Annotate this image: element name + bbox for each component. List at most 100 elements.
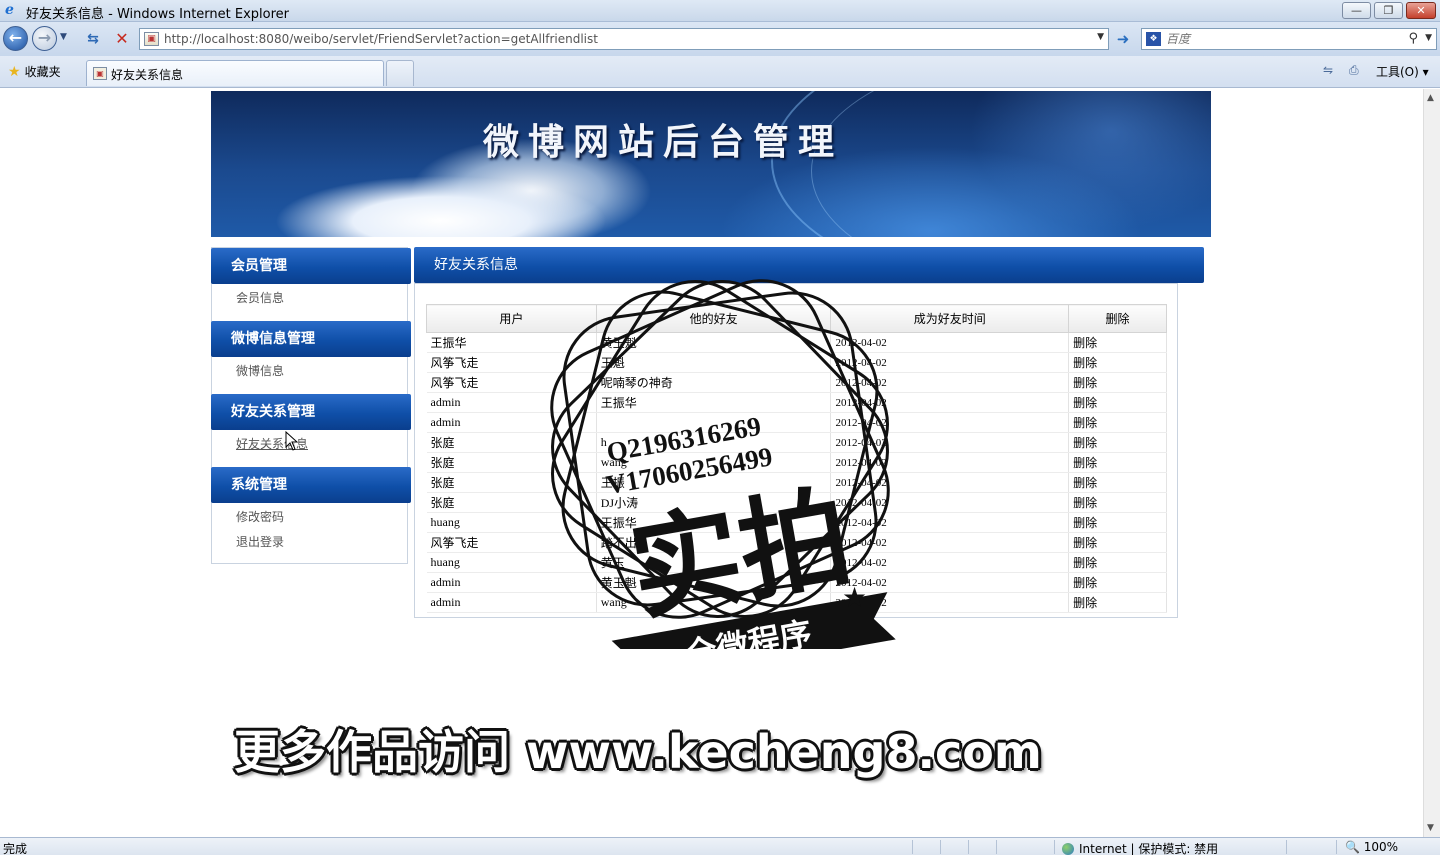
sidebar-link-member-info[interactable]: 会员信息 <box>236 289 284 306</box>
mouse-cursor-icon <box>285 431 299 451</box>
delete-link[interactable]: 删除 <box>1068 352 1167 373</box>
sidebar-section-system[interactable]: 系统管理 <box>211 467 411 503</box>
scroll-up-icon[interactable]: ▲ <box>1427 93 1434 103</box>
search-box[interactable]: ❖ ⚲ ▼ <box>1141 28 1437 50</box>
cell-user: 风筝飞走 <box>426 352 597 373</box>
cell-friend: 王振华 <box>596 392 832 413</box>
cell-friend: 踏不出 <box>596 532 832 553</box>
cell-date: 2012-04-02 <box>830 392 1070 413</box>
cell-user: 张庭 <box>426 432 597 453</box>
vertical-scrollbar[interactable]: ▲ ▼ <box>1423 89 1440 837</box>
admin-sidebar: 会员管理 会员信息 微博信息管理 微博信息 好友关系管理 好友关系信息 系统管理… <box>211 247 411 564</box>
search-input[interactable] <box>1166 31 1396 47</box>
delete-link[interactable]: 删除 <box>1068 432 1167 453</box>
search-dropdown-icon[interactable]: ▼ <box>1425 33 1432 43</box>
cell-friend: 黄玉 <box>596 552 832 573</box>
refresh-icon[interactable]: ⇆ <box>82 28 104 50</box>
sidebar-link-weibo-info[interactable]: 微博信息 <box>236 362 284 379</box>
security-zone[interactable]: Internet | 保护模式: 禁用 <box>1062 840 1218 855</box>
friend-table-body: 王振华 黄玉魁 2012-04-02 删除 风筝飞走 王魁 2012-04-02 删除 风筝飞走… <box>426 332 1167 613</box>
cell-user: 风筝飞走 <box>426 372 597 393</box>
cell-date: 2012-04-02 <box>830 452 1070 473</box>
table-header-row: 用户 他的好友 成为好友时间 删除 <box>426 304 1167 333</box>
friend-table: 用户 他的好友 成为好友时间 删除 王振华 黄玉魁 2012-04-02 删除 风筝飞走… <box>426 304 1167 613</box>
cell-friend: 呢喃琴の神奇 <box>596 372 832 393</box>
tab-label: 好友关系信息 <box>111 68 184 82</box>
cell-friend: DJ小涛 <box>596 492 832 513</box>
cell-user: huang <box>426 552 597 573</box>
security-zone-label: Internet | 保护模式: 禁用 <box>1079 842 1219 855</box>
sidebar-section-weibo[interactable]: 微博信息管理 <box>211 321 411 357</box>
favorites-label: 收藏夹 <box>24 65 61 79</box>
delete-link[interactable]: 删除 <box>1068 512 1167 533</box>
scroll-down-icon[interactable]: ▼ <box>1427 823 1434 833</box>
table-row: 风筝飞走 王魁 2012-04-02 删除 <box>426 352 1167 373</box>
minimize-button[interactable]: — <box>1342 2 1371 19</box>
restore-button[interactable]: ❐ <box>1374 2 1403 19</box>
favorites-button[interactable]: ★ 收藏夹 <box>8 63 61 80</box>
page-icon: ▣ <box>144 32 159 46</box>
history-dropdown-icon[interactable]: ▼ <box>60 32 67 42</box>
column-header-friend: 他的好友 <box>595 304 832 333</box>
cell-user: 张庭 <box>426 492 597 513</box>
cell-date: 2012-04-02 <box>830 432 1070 453</box>
table-row: 张庭 DJ小涛 2012-04-02 删除 <box>426 492 1167 513</box>
table-row: 张庭 wang 2012-04-02 删除 <box>426 452 1167 473</box>
content-panel: 用户 他的好友 成为好友时间 删除 王振华 黄玉魁 2012-04-02 删除 风筝飞走… <box>414 283 1178 618</box>
cell-date: 2012-04-02 <box>830 372 1070 393</box>
tools-menu[interactable]: 工具(O) ▾ <box>1376 63 1429 80</box>
delete-link[interactable]: 删除 <box>1068 392 1167 413</box>
table-row: admin 王振华 2012-04-02 删除 <box>426 392 1167 413</box>
cell-user: admin <box>426 392 597 413</box>
zoom-level[interactable]: 🔍 100% <box>1345 840 1398 854</box>
back-button[interactable]: ← <box>3 26 28 51</box>
content-title: 好友关系信息 <box>414 247 1204 283</box>
delete-link[interactable]: 删除 <box>1068 412 1167 433</box>
table-row: 风筝飞走 呢喃琴の神奇 2012-04-02 删除 <box>426 372 1167 393</box>
sidebar-section-member[interactable]: 会员管理 <box>211 248 411 284</box>
address-url[interactable]: http://localhost:8080/weibo/servlet/Frie… <box>164 32 598 46</box>
window-titlebar: e 好友关系信息 - Windows Internet Explorer — ❐… <box>0 0 1440 22</box>
address-bar[interactable]: ▣ http://localhost:8080/weibo/servlet/Fr… <box>139 28 1109 50</box>
page-viewport: 微博网站后台管理 会员管理 会员信息 微博信息管理 微博信息 好友关系管理 好友… <box>0 89 1423 837</box>
window-title: 好友关系信息 - Windows Internet Explorer <box>26 7 289 22</box>
delete-link[interactable]: 删除 <box>1068 472 1167 493</box>
cell-user: 风筝飞走 <box>426 532 597 553</box>
cell-friend: wang <box>596 452 832 473</box>
promo-watermark: 更多作品访问 www.kecheng8.com <box>234 725 1042 779</box>
new-tab-button[interactable] <box>386 60 414 86</box>
cell-user: 王振华 <box>426 332 597 353</box>
delete-link[interactable]: 删除 <box>1068 572 1167 593</box>
search-icon[interactable]: ⚲ <box>1408 31 1418 46</box>
delete-link[interactable]: 删除 <box>1068 332 1167 353</box>
banner-title: 微博网站后台管理 <box>483 121 844 163</box>
sidebar-section-friend[interactable]: 好友关系管理 <box>211 394 411 430</box>
go-arrow-icon[interactable]: ➜ <box>1111 28 1135 50</box>
cell-friend: 黄玉魁 <box>596 332 832 353</box>
delete-link[interactable]: 删除 <box>1068 552 1167 573</box>
forward-button[interactable]: → <box>32 26 57 51</box>
cell-friend: 王振 <box>596 472 832 493</box>
globe-icon <box>1062 843 1074 855</box>
page-menu-icon[interactable]: ⎙ <box>1349 63 1359 78</box>
cell-date: 2012-04-02 <box>830 592 1070 613</box>
delete-link[interactable]: 删除 <box>1068 592 1167 613</box>
feeds-icon[interactable]: ⇋ <box>1323 63 1333 77</box>
stop-icon[interactable]: ✕ <box>111 28 133 50</box>
sidebar-link-logout[interactable]: 退出登录 <box>236 533 284 550</box>
delete-link[interactable]: 删除 <box>1068 492 1167 513</box>
site-banner: 微博网站后台管理 <box>211 91 1211 237</box>
table-row: admin wang 2012-04-02 删除 <box>426 592 1167 613</box>
address-dropdown-icon[interactable]: ▼ <box>1097 32 1104 42</box>
delete-link[interactable]: 删除 <box>1068 452 1167 473</box>
cell-date: 2012-04-02 <box>830 552 1070 573</box>
close-button[interactable]: ✕ <box>1406 2 1436 19</box>
delete-link[interactable]: 删除 <box>1068 532 1167 553</box>
cell-user: admin <box>426 412 597 433</box>
delete-link[interactable]: 删除 <box>1068 372 1167 393</box>
cell-date: 2012-04-02 <box>830 412 1070 433</box>
cell-date: 2012-04-02 <box>830 572 1070 593</box>
tab-current[interactable]: ▣ 好友关系信息 <box>86 60 384 86</box>
sidebar-link-change-password[interactable]: 修改密码 <box>236 508 284 525</box>
cell-user: 张庭 <box>426 452 597 473</box>
